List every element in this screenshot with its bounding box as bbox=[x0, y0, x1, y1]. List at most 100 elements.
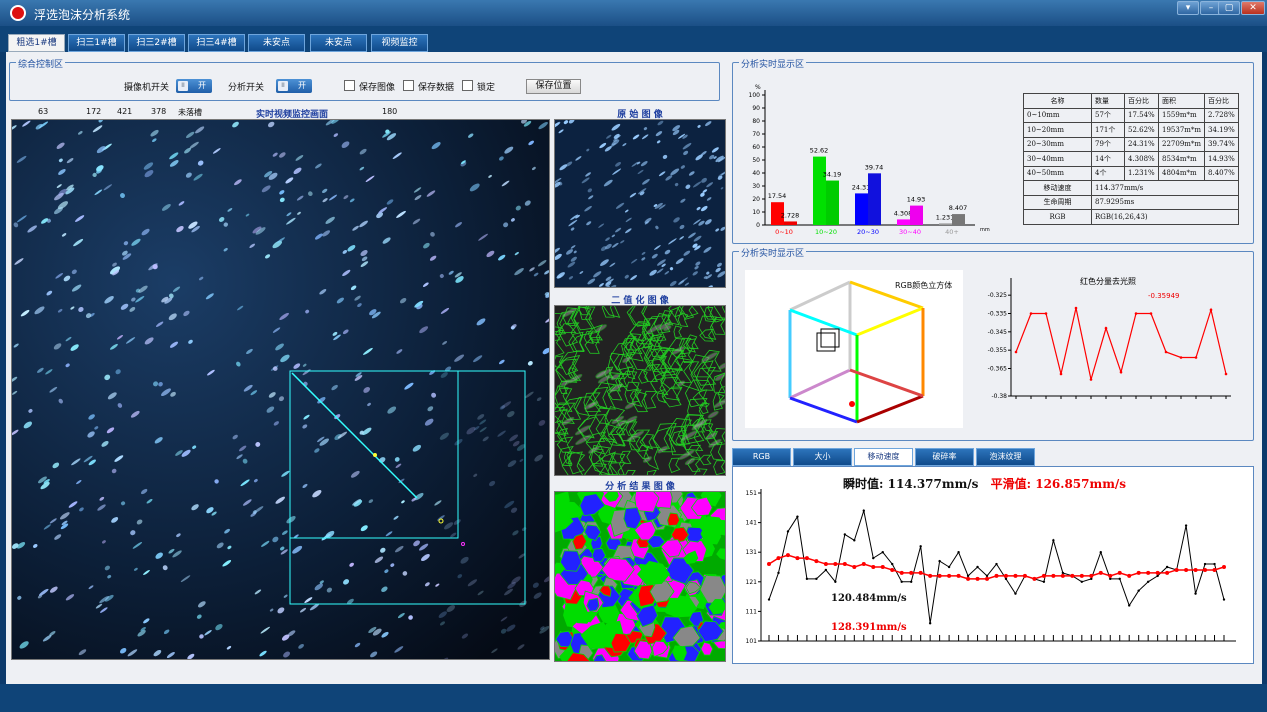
smooth-point bbox=[1051, 573, 1056, 578]
smooth-point bbox=[890, 567, 895, 572]
y-tick-label: 50 bbox=[752, 157, 760, 164]
bar-data-label: 17.54 bbox=[768, 192, 787, 200]
y-tick-label: 60 bbox=[752, 144, 760, 151]
cell: 1559m*m bbox=[1157, 107, 1206, 123]
instant-point bbox=[834, 580, 837, 583]
cell: 57个 bbox=[1091, 107, 1125, 123]
window-menu-icon[interactable]: ▾ bbox=[1177, 1, 1199, 15]
red-point bbox=[1104, 326, 1108, 330]
bar bbox=[939, 223, 952, 225]
red-point bbox=[1119, 370, 1123, 374]
x-unit-label: mm bbox=[980, 227, 990, 233]
tab-unset-2[interactable]: 未安点 bbox=[310, 34, 367, 52]
instant-speed-line bbox=[768, 508, 1225, 624]
instant-point bbox=[1090, 577, 1093, 581]
smooth-point bbox=[1098, 570, 1103, 575]
red-point bbox=[1014, 350, 1018, 354]
y-tick-label: 141 bbox=[746, 520, 758, 527]
control-group: 综合控制区 摄像机开关 II 开 分析开关 II 开 保存图像 保存数据 锁定 保存… bbox=[9, 57, 720, 101]
tab-breakage[interactable]: 破碎率 bbox=[915, 448, 974, 466]
smooth-point bbox=[1184, 567, 1189, 572]
tab-rgb[interactable]: RGB bbox=[732, 448, 791, 466]
smooth-point bbox=[1013, 573, 1018, 578]
tab-texture[interactable]: 泡沫纹理 bbox=[976, 448, 1035, 466]
lock-checkbox[interactable] bbox=[462, 80, 473, 91]
instant-point bbox=[1109, 577, 1112, 581]
bar-data-label: 8.407 bbox=[949, 204, 968, 212]
bar-data-label: 14.93 bbox=[907, 196, 926, 204]
life-value: 87.9295ms bbox=[1090, 194, 1240, 210]
close-icon[interactable]: ✕ bbox=[1241, 1, 1265, 15]
binary-canvas bbox=[555, 306, 725, 475]
cell: 8534m*m bbox=[1157, 151, 1206, 167]
camera-switch[interactable]: II 开 bbox=[176, 79, 212, 93]
bar-data-label: 24.31 bbox=[852, 183, 871, 191]
rgb-value: RGB(16,26,43) bbox=[1090, 209, 1240, 225]
tab-saosan-4[interactable]: 扫三4#槽 bbox=[188, 34, 245, 52]
instant-point bbox=[1203, 562, 1207, 566]
instant-point bbox=[957, 551, 960, 554]
cell: 17.54% bbox=[1124, 107, 1159, 123]
camera-switch-label: 摄像机开关 bbox=[124, 83, 170, 93]
th-area: 面积 bbox=[1157, 93, 1206, 109]
th-pct: 百分比 bbox=[1124, 93, 1159, 109]
switch-knob: II bbox=[278, 81, 288, 91]
bar bbox=[910, 205, 923, 225]
instant-point bbox=[909, 580, 913, 583]
smooth-point bbox=[861, 562, 866, 567]
analysis-switch[interactable]: II 开 bbox=[276, 79, 312, 93]
y-tick-label: 40 bbox=[752, 170, 760, 177]
cell: 14个 bbox=[1091, 151, 1125, 167]
cell: 34.19% bbox=[1204, 122, 1240, 138]
smooth-point bbox=[918, 570, 923, 575]
video-canvas bbox=[12, 120, 549, 659]
size-bar-chart: 0 10 20 30 40 50 60 70 80 90 100% mm 17.54 2.728 0~10 5… bbox=[749, 84, 990, 236]
smooth-point bbox=[956, 573, 961, 578]
slot-status-label: 未落槽 bbox=[178, 108, 202, 117]
result-canvas bbox=[555, 492, 725, 661]
save-position-button[interactable]: 保存位置 bbox=[526, 79, 581, 94]
camera-switch-state: 开 bbox=[198, 81, 206, 90]
y-tick-label: 20 bbox=[752, 196, 760, 203]
y-tick-label: 101 bbox=[746, 638, 758, 645]
speed-annot-black: 120.484mm/s bbox=[831, 593, 907, 604]
tab-saosan-2[interactable]: 扫三2#槽 bbox=[128, 34, 185, 52]
live-video-frame[interactable] bbox=[11, 119, 550, 660]
y-tick-label: -0.325 bbox=[988, 292, 1008, 299]
bar bbox=[855, 193, 868, 225]
smooth-point bbox=[1022, 573, 1027, 578]
tab-cuxuan-1[interactable]: 粗选1#槽 bbox=[8, 34, 65, 52]
bar bbox=[952, 214, 965, 225]
tab-saosan-1[interactable]: 扫三1#槽 bbox=[68, 34, 125, 52]
red-point bbox=[1044, 312, 1048, 315]
tab-size[interactable]: 大小 bbox=[793, 448, 852, 466]
bar bbox=[826, 180, 839, 225]
analysis-top-group: 分析实时显示区 0 10 20 30 40 50 60 70 80 90 100% mm 17.54 2.… bbox=[732, 57, 1254, 244]
main-content: 综合控制区 摄像机开关 II 开 分析开关 II 开 保存图像 保存数据 锁定 保存… bbox=[6, 52, 1262, 684]
y-tick-label: -0.335 bbox=[988, 311, 1008, 318]
tab-video-monitor[interactable]: 视频监控 bbox=[371, 34, 428, 52]
y-tick-label: -0.355 bbox=[988, 347, 1008, 354]
tab-unset-1[interactable]: 未安点 bbox=[248, 34, 305, 52]
maximize-icon[interactable]: ▢ bbox=[1218, 1, 1240, 15]
tab-speed[interactable]: 移动速度 bbox=[854, 448, 913, 466]
instant-point bbox=[1137, 589, 1140, 592]
instant-point bbox=[966, 574, 970, 578]
smooth-point bbox=[1155, 570, 1160, 575]
smooth-point bbox=[767, 562, 771, 567]
save-image-checkbox[interactable] bbox=[344, 80, 355, 91]
red-point bbox=[1209, 308, 1213, 312]
analysis-mid-title: 分析实时显示区 bbox=[739, 246, 807, 259]
x-tick-label: 10~20 bbox=[815, 228, 837, 236]
bar bbox=[784, 221, 797, 225]
red-component-chart: 红色分量去光照 -0.35949 -0.325 -0.335 -0.345 -0.355 -… bbox=[988, 276, 1231, 400]
instant-point bbox=[928, 622, 932, 625]
smooth-point bbox=[1089, 573, 1094, 578]
instant-point bbox=[900, 580, 903, 583]
analysis-switch-label: 分析开关 bbox=[228, 83, 265, 93]
y-tick-label: 70 bbox=[752, 131, 760, 138]
smooth-point bbox=[842, 562, 847, 567]
instant-point bbox=[881, 551, 884, 554]
red-point bbox=[1179, 356, 1183, 359]
save-data-checkbox[interactable] bbox=[403, 80, 414, 91]
